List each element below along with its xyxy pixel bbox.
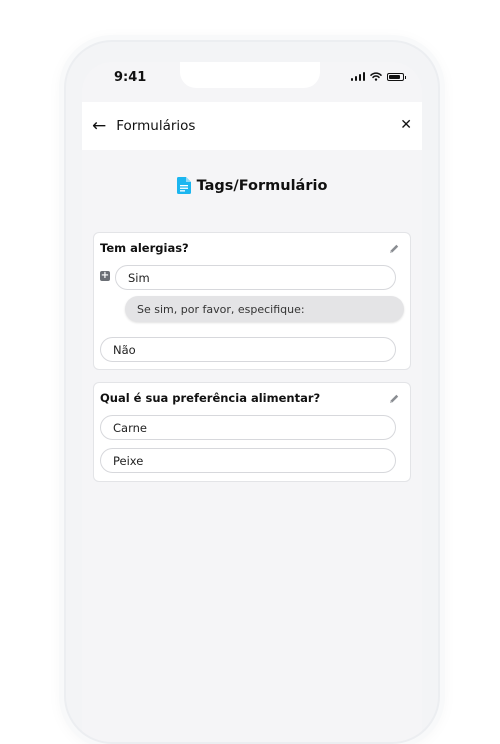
question-label: Qual é sua preferência alimentar? xyxy=(100,391,321,405)
battery-icon xyxy=(387,72,406,81)
option-nao[interactable]: Não xyxy=(100,337,396,362)
page-title: Tags/Formulário xyxy=(196,177,328,194)
phone-frame: 9:41 ← Formulários ✕ Tags/Formulário Tem… xyxy=(64,40,440,744)
option-carne[interactable]: Carne xyxy=(100,415,396,440)
notch xyxy=(180,62,320,88)
edit-icon[interactable] xyxy=(388,393,400,405)
page-header: Tags/Formulário xyxy=(82,177,422,194)
option-peixe[interactable]: Peixe xyxy=(100,448,396,473)
close-icon[interactable]: ✕ xyxy=(400,117,412,133)
status-time: 9:41 xyxy=(114,70,147,85)
question-card-allergies: Tem alergias? + Sim Se sim, por favor, e… xyxy=(93,232,411,370)
nav-bar: ← Formulários ✕ xyxy=(82,102,422,150)
back-arrow-icon[interactable]: ← xyxy=(92,117,106,135)
status-icons xyxy=(350,72,406,81)
sub-option-specify[interactable]: Se sim, por favor, especifique: xyxy=(125,296,404,322)
app-screen: 9:41 ← Formulários ✕ Tags/Formulário Tem… xyxy=(82,62,422,742)
nav-title: Formulários xyxy=(116,118,196,134)
signal-icon xyxy=(350,72,365,81)
expand-icon[interactable]: + xyxy=(100,271,110,281)
document-icon xyxy=(176,177,191,194)
edit-icon[interactable] xyxy=(388,243,400,255)
wifi-icon xyxy=(370,72,382,81)
option-sim[interactable]: Sim xyxy=(115,265,396,290)
status-bar: 9:41 xyxy=(82,62,422,102)
question-label: Tem alergias? xyxy=(100,241,189,255)
question-card-diet: Qual é sua preferência alimentar? Carne … xyxy=(93,382,411,482)
